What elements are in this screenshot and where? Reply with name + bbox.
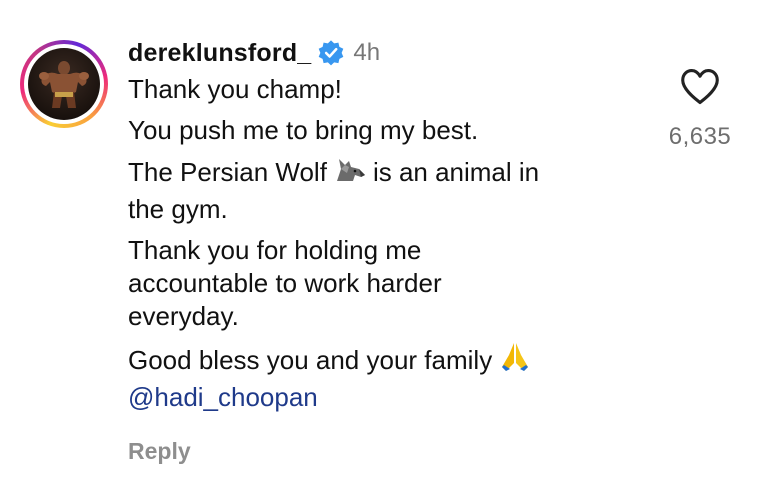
avatar-frame [24, 44, 104, 124]
comment-text: The Persian Wolf [128, 157, 327, 187]
heart-icon[interactable] [679, 68, 721, 106]
verified-badge-icon [317, 39, 345, 67]
like-area: 6,635 [660, 68, 740, 151]
folded-hands-emoji-icon [498, 341, 532, 381]
username-link[interactable]: dereklunsford_ [128, 39, 311, 68]
comment-text: is an animal in [372, 157, 540, 187]
mention-link[interactable]: @hadi_choopan [128, 382, 318, 412]
comment-text: the gym. [128, 194, 228, 224]
comment-text: Thank you for holding me accountable to … [128, 235, 442, 331]
comment-header: dereklunsford_ 4h [128, 33, 638, 73]
comment-line-3: The Persian Wolf is an animal in the gym. [128, 155, 638, 226]
like-button[interactable] [660, 68, 740, 106]
wolf-emoji-icon [333, 155, 367, 193]
comment-item: dereklunsford_ 4h Thank you champ! You p… [0, 0, 768, 485]
avatar-story-ring[interactable] [20, 40, 108, 128]
comment-text: You push me to bring my best. [128, 115, 479, 145]
comment-line-1: Thank you champ! [128, 73, 638, 106]
comment-text: Thank you champ! [128, 74, 342, 104]
comment-line-2: You push me to bring my best. [128, 114, 638, 147]
comment-line-5: Good bless you and your family @hadi_cho… [128, 341, 638, 414]
avatar[interactable] [28, 48, 100, 120]
comment-line-4: Thank you for holding me accountable to … [128, 234, 528, 333]
comment-content: dereklunsford_ 4h Thank you champ! You p… [128, 33, 638, 422]
reply-button[interactable]: Reply [128, 438, 191, 465]
timestamp: 4h [353, 39, 381, 66]
like-count: 6,635 [668, 123, 732, 150]
comment-text: Good bless you and your family [128, 345, 493, 375]
bodybuilder-photo-icon [39, 61, 89, 108]
